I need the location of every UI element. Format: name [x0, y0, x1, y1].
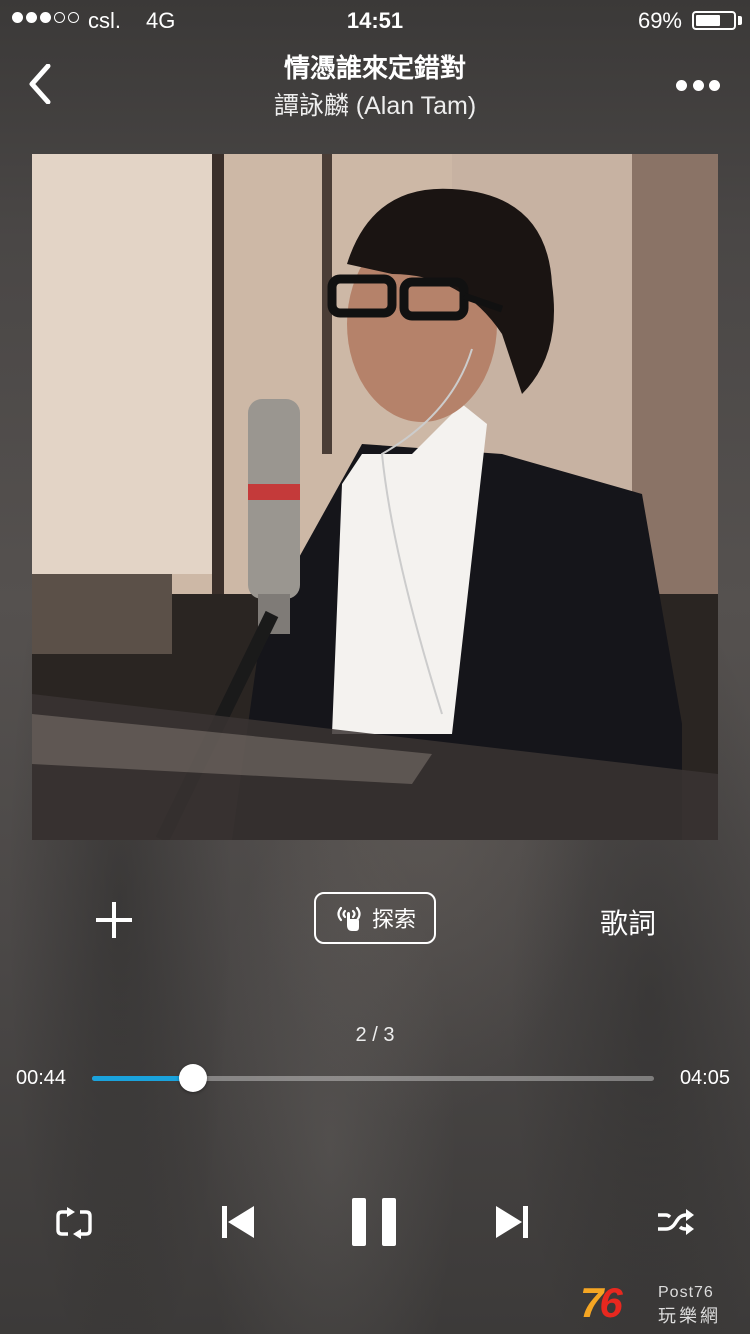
battery-percentage: 69%: [637, 8, 682, 33]
discover-button[interactable]: 探索: [314, 892, 436, 944]
more-dot: [692, 79, 704, 91]
shuffle-icon: [658, 1209, 694, 1235]
radio-tap-icon: [337, 906, 361, 931]
next-track-icon: [496, 1206, 528, 1238]
watermark-brand: Post76: [658, 1284, 714, 1301]
more-dot: [676, 79, 687, 91]
album-photo: [32, 154, 718, 840]
battery-fill: [696, 15, 720, 26]
shuffle-button[interactable]: [654, 1202, 696, 1242]
watermark-sub: 玩樂網: [658, 1306, 721, 1326]
add-to-playlist-button[interactable]: [92, 898, 136, 942]
album-artwork: [32, 154, 718, 840]
progress-fill: [92, 1076, 194, 1081]
progress-slider[interactable]: [92, 1064, 654, 1092]
watermark-number: 76: [580, 1279, 623, 1326]
previous-track-button[interactable]: [218, 1202, 258, 1242]
more-options-button[interactable]: [676, 78, 720, 92]
time-total: 04:05: [679, 1067, 730, 1089]
lyrics-button[interactable]: 歌詞: [600, 902, 656, 942]
page-indicator: 2 / 3: [355, 1024, 395, 1046]
song-artist: 譚詠麟 (Alan Tam): [273, 92, 477, 120]
post76-watermark-logo: 76 Post76 玩樂網: [580, 1279, 740, 1327]
song-title: 情憑誰來定錯對: [283, 53, 466, 83]
time-elapsed: 00:44: [16, 1067, 67, 1089]
plus-icon: [96, 902, 132, 938]
battery-tip: [738, 16, 742, 25]
battery-icon: [692, 11, 736, 30]
previous-track-icon: [222, 1206, 254, 1238]
repeat-button[interactable]: [54, 1202, 94, 1242]
discover-label: 探索: [371, 907, 416, 932]
more-dot: [709, 79, 720, 91]
pause-icon: [352, 1198, 396, 1246]
status-bar: csl. 4G 14:51 69%: [0, 0, 750, 40]
next-track-button[interactable]: [492, 1202, 532, 1242]
progress-thumb[interactable]: [179, 1064, 208, 1092]
pause-button[interactable]: [350, 1196, 398, 1248]
repeat-icon: [56, 1207, 92, 1239]
